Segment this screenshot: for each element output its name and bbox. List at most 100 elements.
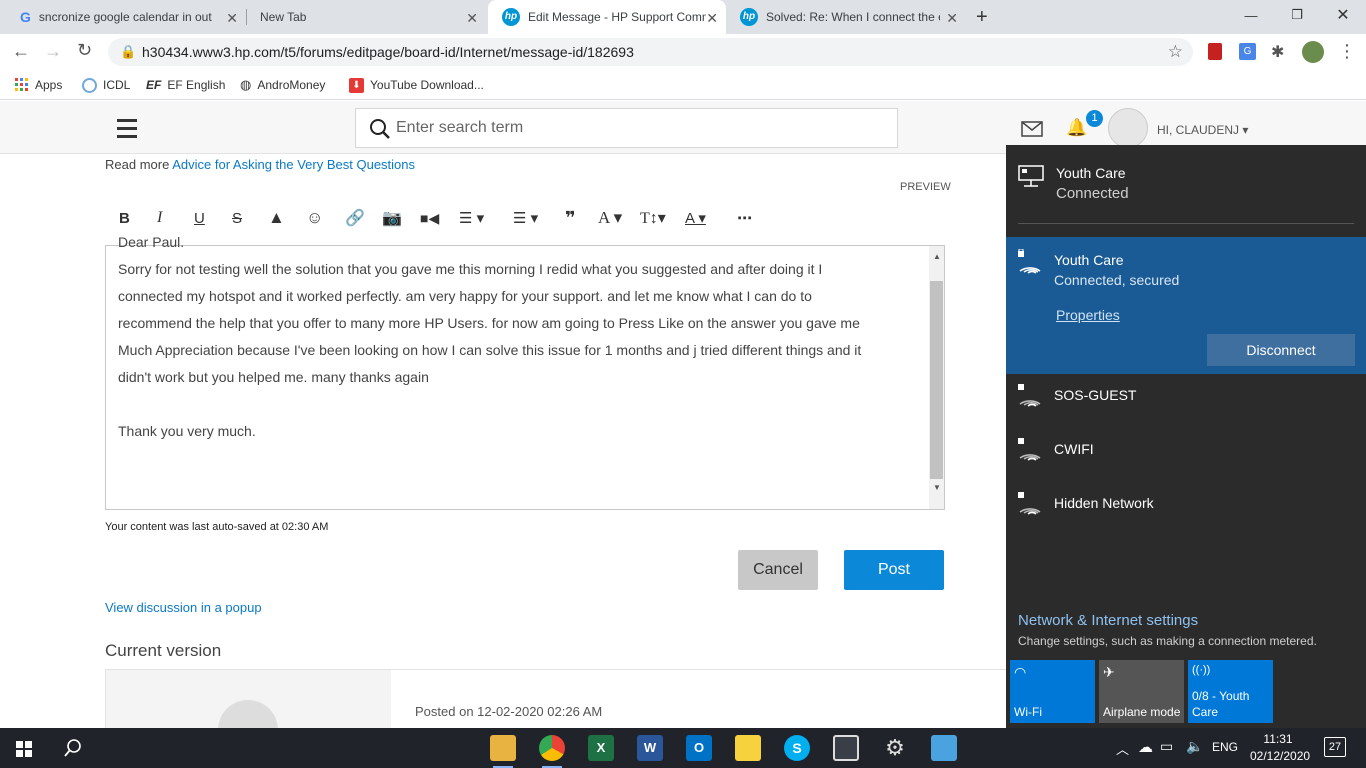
bullet-list-icon[interactable]: ☰ ▾	[513, 208, 538, 228]
message-text[interactable]: Sorry for not testing well the solution …	[118, 256, 888, 445]
skype-icon[interactable]: S	[784, 735, 810, 761]
close-tab-icon[interactable]: ✕	[226, 10, 238, 27]
wifi-network-cwifi[interactable]: CWIFI	[1006, 431, 1366, 485]
cancel-button[interactable]: Cancel	[738, 550, 818, 590]
file-explorer-icon[interactable]	[490, 735, 516, 761]
translate-icon[interactable]: G	[1239, 43, 1256, 60]
back-icon[interactable]: ←	[12, 41, 30, 62]
bell-icon[interactable]: 🔔	[1066, 118, 1087, 138]
scroll-down-icon[interactable]: ▼	[933, 483, 941, 492]
more-options-icon[interactable]: ⋯	[737, 208, 752, 228]
volume-icon[interactable]: 🔈	[1186, 738, 1203, 755]
onedrive-cloud-icon[interactable]: ☁	[1138, 738, 1153, 756]
bookmark-youtube-download[interactable]: ⬇ YouTube Download...	[349, 76, 484, 94]
bold-icon[interactable]: B	[119, 208, 130, 228]
advice-link[interactable]: Advice for Asking the Very Best Question…	[172, 157, 415, 172]
close-tab-icon[interactable]: ✕	[706, 10, 718, 27]
reload-icon[interactable]: ↻	[77, 40, 92, 61]
network-settings-link[interactable]: Network & Internet settings	[1018, 612, 1198, 629]
airplane-mode-toggle[interactable]: ✈ Airplane mode	[1099, 660, 1184, 723]
bookmark-label: ICDL	[103, 78, 131, 92]
quote-icon[interactable]: ❞	[565, 208, 576, 228]
ethernet-connection[interactable]: Youth Care Connected	[1006, 145, 1366, 225]
bookmarks-bar: Apps ICDL EF EF English ◍ AndroMoney ⬇ Y…	[0, 70, 1366, 100]
address-bar[interactable]: 🔒 h30434.www3.hp.com/t5/forums/editpage/…	[108, 38, 1193, 66]
read-more-line: Read more Advice for Asking the Very Bes…	[105, 157, 415, 172]
bookmark-apps[interactable]: Apps	[15, 76, 62, 94]
tab-google-calendar[interactable]: G sncronize google calendar in out ✕	[6, 0, 246, 34]
editor-scrollbar[interactable]: ▲ ▼	[929, 246, 944, 509]
language-indicator[interactable]: ENG	[1212, 740, 1238, 754]
user-avatar[interactable]	[1108, 108, 1148, 148]
font-size-icon[interactable]: T↕▾	[640, 208, 666, 228]
text-color-icon[interactable]: A ▾	[685, 208, 706, 228]
star-icon[interactable]: ☆	[1168, 42, 1183, 62]
settings-gear-icon[interactable]: ⚙	[882, 735, 908, 761]
numbered-list-icon[interactable]: ☰ ▾	[459, 208, 484, 228]
control-panel-icon[interactable]	[931, 735, 957, 761]
search-input[interactable]: Enter search term	[355, 108, 898, 148]
strikethrough-icon[interactable]: S	[232, 208, 242, 228]
restore-icon[interactable]: ❐	[1274, 0, 1320, 30]
video-icon[interactable]: ■◀	[420, 208, 439, 228]
show-hidden-icons-icon[interactable]: ︿	[1116, 739, 1129, 758]
minimize-icon[interactable]: —	[1228, 0, 1274, 30]
disconnect-button[interactable]: Disconnect	[1207, 334, 1355, 366]
wifi-toggle[interactable]: ◠ Wi-Fi	[1010, 660, 1095, 723]
preview-button[interactable]: PREVIEW	[900, 181, 951, 193]
wifi-secured-icon	[1018, 492, 1041, 515]
scroll-up-icon[interactable]: ▲	[933, 252, 941, 261]
excel-icon[interactable]: X	[588, 735, 614, 761]
emoji-icon[interactable]: ☺	[306, 208, 323, 228]
bookmark-icdl[interactable]: ICDL	[82, 76, 130, 94]
tab-title: Solved: Re: When I connect the e	[766, 10, 940, 24]
font-icon[interactable]: A ▾	[598, 208, 622, 228]
wifi-network-sos-guest[interactable]: SOS-GUEST	[1006, 377, 1366, 431]
message-editor[interactable]: Dear Paul. Sorry for not testing well th…	[105, 236, 945, 510]
hamburger-menu-icon[interactable]	[117, 119, 137, 138]
underline-icon[interactable]: U	[194, 208, 205, 228]
taskbar: X W O S ⚙ ︿ ☁ ▭ 🔈 ENG 11:31 02/12/2020 2…	[0, 728, 1366, 768]
chrome-icon[interactable]	[539, 735, 565, 761]
forward-icon[interactable]: →	[44, 41, 62, 62]
windows-start-icon[interactable]	[16, 741, 32, 757]
close-window-icon[interactable]: ✕	[1320, 0, 1366, 30]
chrome-menu-icon[interactable]: ⋮	[1338, 41, 1356, 62]
italic-icon[interactable]: I	[157, 208, 162, 228]
post-button[interactable]: Post	[844, 550, 944, 590]
store-icon[interactable]	[833, 735, 859, 761]
icdl-icon	[82, 77, 97, 93]
sticky-notes-icon[interactable]	[735, 735, 761, 761]
wifi-network-hidden[interactable]: Hidden Network	[1006, 485, 1366, 539]
active-wifi-status: Connected, secured	[1054, 272, 1180, 288]
bookmark-andromoney[interactable]: ◍ AndroMoney	[240, 76, 325, 94]
action-center-icon[interactable]: 27	[1324, 737, 1346, 757]
divider	[1018, 223, 1354, 224]
properties-link[interactable]: Properties	[1056, 307, 1120, 323]
tab-solved[interactable]: hp Solved: Re: When I connect the e ✕	[726, 0, 966, 34]
search-icon[interactable]	[64, 739, 82, 757]
network-tray-icon[interactable]: ▭	[1160, 738, 1173, 755]
profile-avatar-icon[interactable]	[1302, 41, 1324, 63]
view-discussion-popup-link[interactable]: View discussion in a popup	[105, 600, 262, 615]
scrollbar-thumb[interactable]	[930, 281, 943, 479]
close-tab-icon[interactable]: ✕	[466, 10, 478, 27]
word-icon[interactable]: W	[637, 735, 663, 761]
wifi-secured-icon	[1018, 384, 1041, 407]
new-tab-icon[interactable]: +	[976, 6, 988, 29]
bookmark-ef-english[interactable]: EF EF English	[146, 76, 225, 94]
extensions-puzzle-icon[interactable]: ✱	[1271, 42, 1284, 62]
camera-icon[interactable]: 📷	[382, 208, 402, 228]
user-greeting[interactable]: HI, CLAUDENJ ▾	[1157, 123, 1248, 137]
warning-icon[interactable]: ▲	[268, 208, 285, 228]
tab-new-tab[interactable]: New Tab ✕	[246, 0, 486, 34]
close-tab-icon[interactable]: ✕	[946, 10, 958, 27]
outlook-icon[interactable]: O	[686, 735, 712, 761]
active-wifi-connection[interactable]: Youth Care Connected, secured Properties…	[1006, 237, 1366, 374]
mail-icon[interactable]	[1021, 121, 1043, 137]
clock[interactable]: 11:31 02/12/2020	[1250, 731, 1310, 765]
mobile-hotspot-toggle[interactable]: ((·)) 0/8 - Youth Care	[1188, 660, 1273, 723]
tab-edit-message[interactable]: hp Edit Message - HP Support Comm ✕	[488, 0, 726, 34]
extension-red-icon[interactable]	[1208, 43, 1222, 60]
link-icon[interactable]: 🔗	[345, 208, 365, 228]
